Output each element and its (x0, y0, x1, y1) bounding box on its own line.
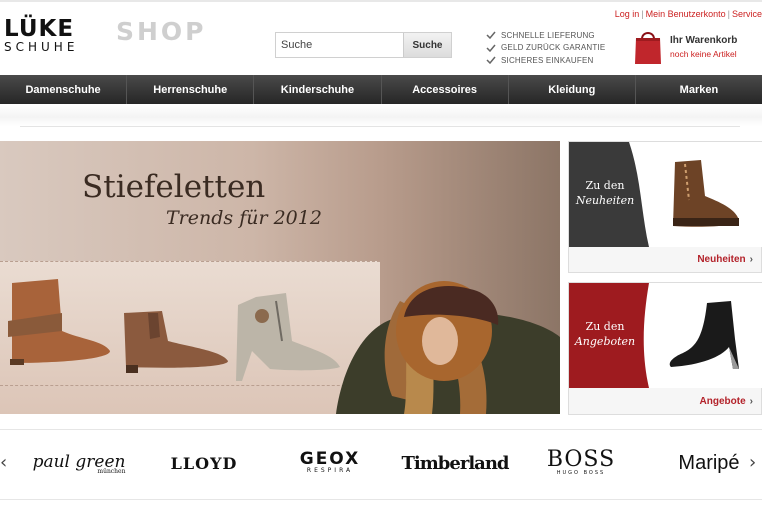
divider (20, 126, 740, 127)
brand-logo-boss[interactable]: BOSS HUGO BOSS (545, 448, 617, 478)
brand-logo-maripe[interactable]: Maripé (674, 448, 744, 478)
benefit-text: GELD ZURÜCK GARANTIE (501, 43, 606, 53)
bootie-image-brown (124, 311, 228, 373)
brand-logo-timberland[interactable]: Timberland (402, 448, 510, 478)
nav-item-kinderschuhe[interactable]: Kinderschuhe (254, 75, 382, 104)
brand-logo-geox[interactable]: GEOX RESPIRA (295, 448, 365, 478)
promo-badge-text: Zu den Neuheiten (569, 178, 641, 208)
promo-link-neuheiten[interactable]: Neuheiten › (697, 254, 753, 265)
benefit-item: SICHERES EINKAUFEN (486, 54, 605, 67)
hiking-boot-image (673, 160, 739, 227)
shop-page: LÜKE SCHUHE SHOP Log in | Mein Benutzerkon… (0, 0, 762, 508)
service-link[interactable]: Service (732, 9, 762, 19)
promo-image: Zu den Angeboten (569, 283, 762, 388)
model-photo (336, 281, 560, 414)
top-border (0, 0, 762, 2)
chevron-right-icon: › (749, 396, 753, 407)
promo-badge-line2: Neuheiten (575, 194, 635, 207)
nav-item-damenschuhe[interactable]: Damenschuhe (0, 75, 128, 104)
promo-link-label: Neuheiten (697, 254, 746, 265)
cart-button[interactable]: Ihr Warenkorb noch keine Artikel (634, 28, 762, 66)
benefit-item: SCHNELLE LIEFERUNG (486, 29, 605, 42)
cart-status: noch keine Artikel (670, 49, 737, 59)
search-input[interactable] (276, 33, 404, 57)
brand-prev-arrow-icon[interactable]: ‹ (0, 452, 7, 473)
brand-geox-text: GEOX (299, 449, 361, 469)
hero-title: Stiefeletten (82, 169, 266, 205)
divider (0, 429, 762, 430)
search-button[interactable]: Suche (403, 33, 451, 57)
nav-item-kleidung[interactable]: Kleidung (509, 75, 636, 104)
benefits-list: SCHNELLE LIEFERUNG GELD ZURÜCK GARANTIE … (486, 29, 605, 67)
hero-subtitle: Trends für 2012 (166, 207, 322, 229)
nav-item-accessoires[interactable]: Accessoires (382, 75, 509, 104)
ankle-boot-image (669, 301, 739, 369)
promo-badge-line1: Zu den (585, 320, 625, 333)
logo-shop-text: SHOP (116, 17, 207, 46)
promo-link-label: Angebote (699, 396, 746, 407)
brand-boss-sub: HUGO BOSS (556, 470, 606, 476)
benefit-text: SCHNELLE LIEFERUNG (501, 30, 595, 40)
logo-main-text: LÜKE (4, 16, 75, 42)
search-box: Suche (275, 32, 452, 58)
account-link[interactable]: Mein Benutzerkonto (646, 9, 726, 19)
logo[interactable]: LÜKE SCHUHE (4, 16, 79, 55)
main-nav: Damenschuhe Herrenschuhe Kinderschuhe Ac… (0, 75, 762, 104)
promo-badge-line2: Angeboten (574, 335, 636, 348)
hero-banner[interactable]: Stiefeletten Trends für 2012 (0, 141, 560, 414)
nav-shadow (0, 104, 762, 126)
brand-logo-paul-green[interactable]: paul green münchen (33, 448, 126, 478)
promo-badge-line1: Zu den (585, 179, 625, 192)
promo-link-angebote[interactable]: Angebote › (700, 396, 753, 407)
brand-logo-lloyd[interactable]: LLOYD (168, 448, 240, 478)
shopping-bag-icon (635, 32, 661, 64)
top-links: Log in | Mein Benutzerkonto | Service (614, 9, 762, 19)
benefit-item: GELD ZURÜCK GARANTIE (486, 42, 605, 55)
brand-geox-sub: RESPIRA (306, 467, 354, 474)
logo-sub-text: SCHUHE (4, 40, 79, 54)
chevron-right-icon: › (749, 254, 753, 265)
bootie-image-grey-laceup (236, 293, 340, 381)
brand-next-arrow-icon[interactable]: › (749, 452, 756, 473)
nav-item-marken[interactable]: Marken (636, 75, 762, 104)
boot-image-cognac (8, 279, 110, 365)
check-icon (486, 31, 496, 40)
login-link[interactable]: Log in (615, 9, 640, 19)
nav-item-herrenschuhe[interactable]: Herrenschuhe (127, 75, 255, 104)
promo-neuheiten[interactable]: Zu den Neuheiten Neuheiten › (568, 141, 762, 273)
promo-image: Zu den Neuheiten (569, 142, 762, 247)
promo-badge-text: Zu den Angeboten (569, 319, 641, 349)
promo-angebote[interactable]: Zu den Angeboten Angebote › (568, 282, 762, 415)
check-icon (486, 56, 496, 65)
benefit-text: SICHERES EINKAUFEN (501, 55, 594, 65)
brand-boss-text: BOSS (546, 447, 616, 472)
cart-title: Ihr Warenkorb (670, 35, 738, 46)
divider (0, 499, 762, 500)
check-icon (486, 44, 496, 52)
